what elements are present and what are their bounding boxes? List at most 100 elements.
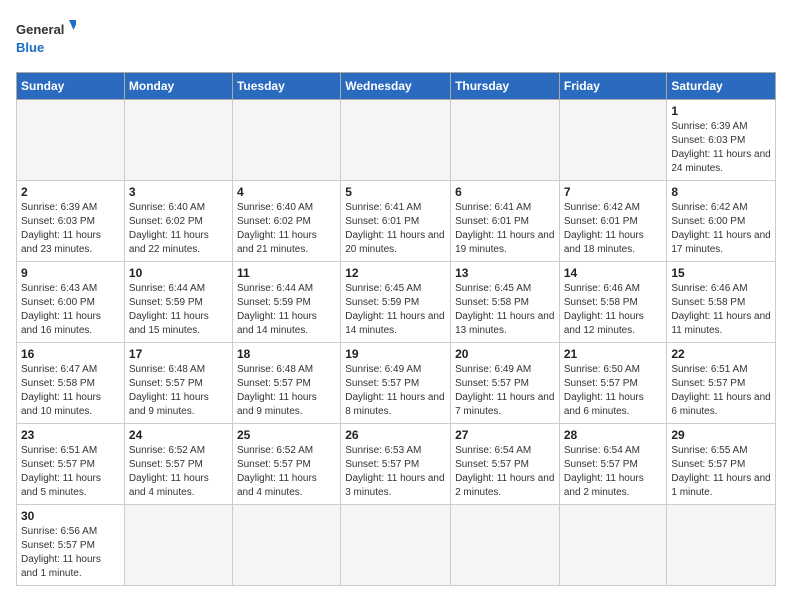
- day-info: Sunrise: 6:45 AM Sunset: 5:59 PM Dayligh…: [345, 282, 446, 338]
- day-number: 14: [564, 266, 663, 280]
- day-number: 29: [671, 428, 771, 442]
- day-number: 11: [237, 266, 336, 280]
- day-info: Sunrise: 6:48 AM Sunset: 5:57 PM Dayligh…: [129, 363, 228, 419]
- calendar-cell: 26 Sunrise: 6:53 AM Sunset: 5:57 PM Dayli…: [341, 424, 451, 505]
- calendar-cell: [451, 100, 560, 181]
- day-number: 7: [564, 185, 663, 199]
- day-info: Sunrise: 6:56 AM Sunset: 5:57 PM Dayligh…: [21, 525, 120, 581]
- day-info: Sunrise: 6:44 AM Sunset: 5:59 PM Dayligh…: [129, 282, 228, 338]
- svg-text:General: General: [16, 22, 64, 37]
- calendar-cell: 6 Sunrise: 6:41 AM Sunset: 6:01 PM Daylig…: [451, 181, 560, 262]
- calendar-cell: 13 Sunrise: 6:45 AM Sunset: 5:58 PM Dayli…: [451, 262, 560, 343]
- day-number: 22: [671, 347, 771, 361]
- calendar-cell: 14 Sunrise: 6:46 AM Sunset: 5:58 PM Dayli…: [559, 262, 667, 343]
- day-info: Sunrise: 6:39 AM Sunset: 6:03 PM Dayligh…: [21, 201, 120, 257]
- calendar-cell: [559, 505, 667, 586]
- calendar-cell: 5 Sunrise: 6:41 AM Sunset: 6:01 PM Daylig…: [341, 181, 451, 262]
- weekday-header: Tuesday: [232, 73, 340, 100]
- calendar-cell: 11 Sunrise: 6:44 AM Sunset: 5:59 PM Dayli…: [232, 262, 340, 343]
- calendar-cell: 7 Sunrise: 6:42 AM Sunset: 6:01 PM Daylig…: [559, 181, 667, 262]
- day-info: Sunrise: 6:51 AM Sunset: 5:57 PM Dayligh…: [21, 444, 120, 500]
- calendar-cell: 20Sunrise: 6:49 AM Sunset: 5:57 PM Dayli…: [451, 343, 560, 424]
- day-number: 30: [21, 509, 120, 523]
- day-number: 26: [345, 428, 446, 442]
- calendar-cell: 19 Sunrise: 6:49 AM Sunset: 5:57 PM Dayli…: [341, 343, 451, 424]
- calendar-cell: 16 Sunrise: 6:47 AM Sunset: 5:58 PM Dayli…: [17, 343, 125, 424]
- day-number: 24: [129, 428, 228, 442]
- weekday-header: Sunday: [17, 73, 125, 100]
- calendar-cell: 3Sunrise: 6:40 AM Sunset: 6:02 PM Daylig…: [124, 181, 232, 262]
- calendar-cell: 27 Sunrise: 6:54 AM Sunset: 5:57 PM Dayli…: [451, 424, 560, 505]
- day-info: Sunrise: 6:41 AM Sunset: 6:01 PM Dayligh…: [345, 201, 446, 257]
- day-info: Sunrise: 6:49 AM Sunset: 5:57 PM Dayligh…: [345, 363, 446, 419]
- calendar-cell: 2 Sunrise: 6:39 AM Sunset: 6:03 PM Daylig…: [17, 181, 125, 262]
- calendar-cell: [341, 505, 451, 586]
- weekday-header: Saturday: [667, 73, 776, 100]
- calendar-cell: 9Sunrise: 6:43 AM Sunset: 6:00 PM Daylig…: [17, 262, 125, 343]
- day-info: Sunrise: 6:46 AM Sunset: 5:58 PM Dayligh…: [671, 282, 771, 338]
- logo-icon: General Blue: [16, 16, 76, 60]
- calendar-cell: 15 Sunrise: 6:46 AM Sunset: 5:58 PM Dayli…: [667, 262, 776, 343]
- calendar-cell: [124, 100, 232, 181]
- weekday-header: Wednesday: [341, 73, 451, 100]
- day-number: 13: [455, 266, 555, 280]
- calendar-cell: 17 Sunrise: 6:48 AM Sunset: 5:57 PM Dayli…: [124, 343, 232, 424]
- day-number: 5: [345, 185, 446, 199]
- day-number: 25: [237, 428, 336, 442]
- calendar-cell: [232, 100, 340, 181]
- day-number: 2: [21, 185, 120, 199]
- day-number: 10: [129, 266, 228, 280]
- day-info: Sunrise: 6:51 AM Sunset: 5:57 PM Dayligh…: [671, 363, 771, 419]
- day-info: Sunrise: 6:46 AM Sunset: 5:58 PM Dayligh…: [564, 282, 663, 338]
- day-info: Sunrise: 6:54 AM Sunset: 5:57 PM Dayligh…: [455, 444, 555, 500]
- calendar-cell: 23 Sunrise: 6:51 AM Sunset: 5:57 PM Dayli…: [17, 424, 125, 505]
- day-number: 23: [21, 428, 120, 442]
- day-info: Sunrise: 6:44 AM Sunset: 5:59 PM Dayligh…: [237, 282, 336, 338]
- calendar-cell: 22 Sunrise: 6:51 AM Sunset: 5:57 PM Dayli…: [667, 343, 776, 424]
- day-number: 27: [455, 428, 555, 442]
- calendar-cell: 29 Sunrise: 6:55 AM Sunset: 5:57 PM Dayli…: [667, 424, 776, 505]
- calendar-cell: 30 Sunrise: 6:56 AM Sunset: 5:57 PM Dayli…: [17, 505, 125, 586]
- day-info: Sunrise: 6:42 AM Sunset: 6:00 PM Dayligh…: [671, 201, 771, 257]
- day-number: 20: [455, 347, 555, 361]
- day-info: Sunrise: 6:42 AM Sunset: 6:01 PM Dayligh…: [564, 201, 663, 257]
- day-number: 28: [564, 428, 663, 442]
- day-number: 12: [345, 266, 446, 280]
- day-info: Sunrise: 6:52 AM Sunset: 5:57 PM Dayligh…: [129, 444, 228, 500]
- calendar-cell: 12 Sunrise: 6:45 AM Sunset: 5:59 PM Dayli…: [341, 262, 451, 343]
- calendar-cell: [667, 505, 776, 586]
- day-number: 17: [129, 347, 228, 361]
- weekday-header: Monday: [124, 73, 232, 100]
- calendar-cell: [341, 100, 451, 181]
- svg-text:Blue: Blue: [16, 40, 44, 55]
- day-info: Sunrise: 6:54 AM Sunset: 5:57 PM Dayligh…: [564, 444, 663, 500]
- day-number: 19: [345, 347, 446, 361]
- calendar-cell: 24 Sunrise: 6:52 AM Sunset: 5:57 PM Dayli…: [124, 424, 232, 505]
- calendar-cell: 28 Sunrise: 6:54 AM Sunset: 5:57 PM Dayli…: [559, 424, 667, 505]
- calendar-cell: [17, 100, 125, 181]
- day-number: 15: [671, 266, 771, 280]
- day-info: Sunrise: 6:55 AM Sunset: 5:57 PM Dayligh…: [671, 444, 771, 500]
- day-info: Sunrise: 6:40 AM Sunset: 6:02 PM Dayligh…: [129, 201, 228, 257]
- day-info: Sunrise: 6:39 AM Sunset: 6:03 PM Dayligh…: [671, 120, 771, 176]
- weekday-header: Friday: [559, 73, 667, 100]
- day-number: 1: [671, 104, 771, 118]
- day-info: Sunrise: 6:40 AM Sunset: 6:02 PM Dayligh…: [237, 201, 336, 257]
- day-number: 8: [671, 185, 771, 199]
- day-number: 4: [237, 185, 336, 199]
- day-info: Sunrise: 6:45 AM Sunset: 5:58 PM Dayligh…: [455, 282, 555, 338]
- weekday-header: Thursday: [451, 73, 560, 100]
- day-info: Sunrise: 6:47 AM Sunset: 5:58 PM Dayligh…: [21, 363, 120, 419]
- calendar-cell: [124, 505, 232, 586]
- day-number: 16: [21, 347, 120, 361]
- day-info: Sunrise: 6:53 AM Sunset: 5:57 PM Dayligh…: [345, 444, 446, 500]
- day-info: Sunrise: 6:41 AM Sunset: 6:01 PM Dayligh…: [455, 201, 555, 257]
- day-number: 9: [21, 266, 120, 280]
- calendar-table: SundayMondayTuesdayWednesdayThursdayFrid…: [16, 72, 776, 586]
- calendar-cell: [451, 505, 560, 586]
- day-number: 6: [455, 185, 555, 199]
- calendar-cell: 25Sunrise: 6:52 AM Sunset: 5:57 PM Dayli…: [232, 424, 340, 505]
- calendar-cell: 4 Sunrise: 6:40 AM Sunset: 6:02 PM Daylig…: [232, 181, 340, 262]
- logo: General Blue: [16, 16, 76, 60]
- calendar-cell: 1 Sunrise: 6:39 AM Sunset: 6:03 PM Daylig…: [667, 100, 776, 181]
